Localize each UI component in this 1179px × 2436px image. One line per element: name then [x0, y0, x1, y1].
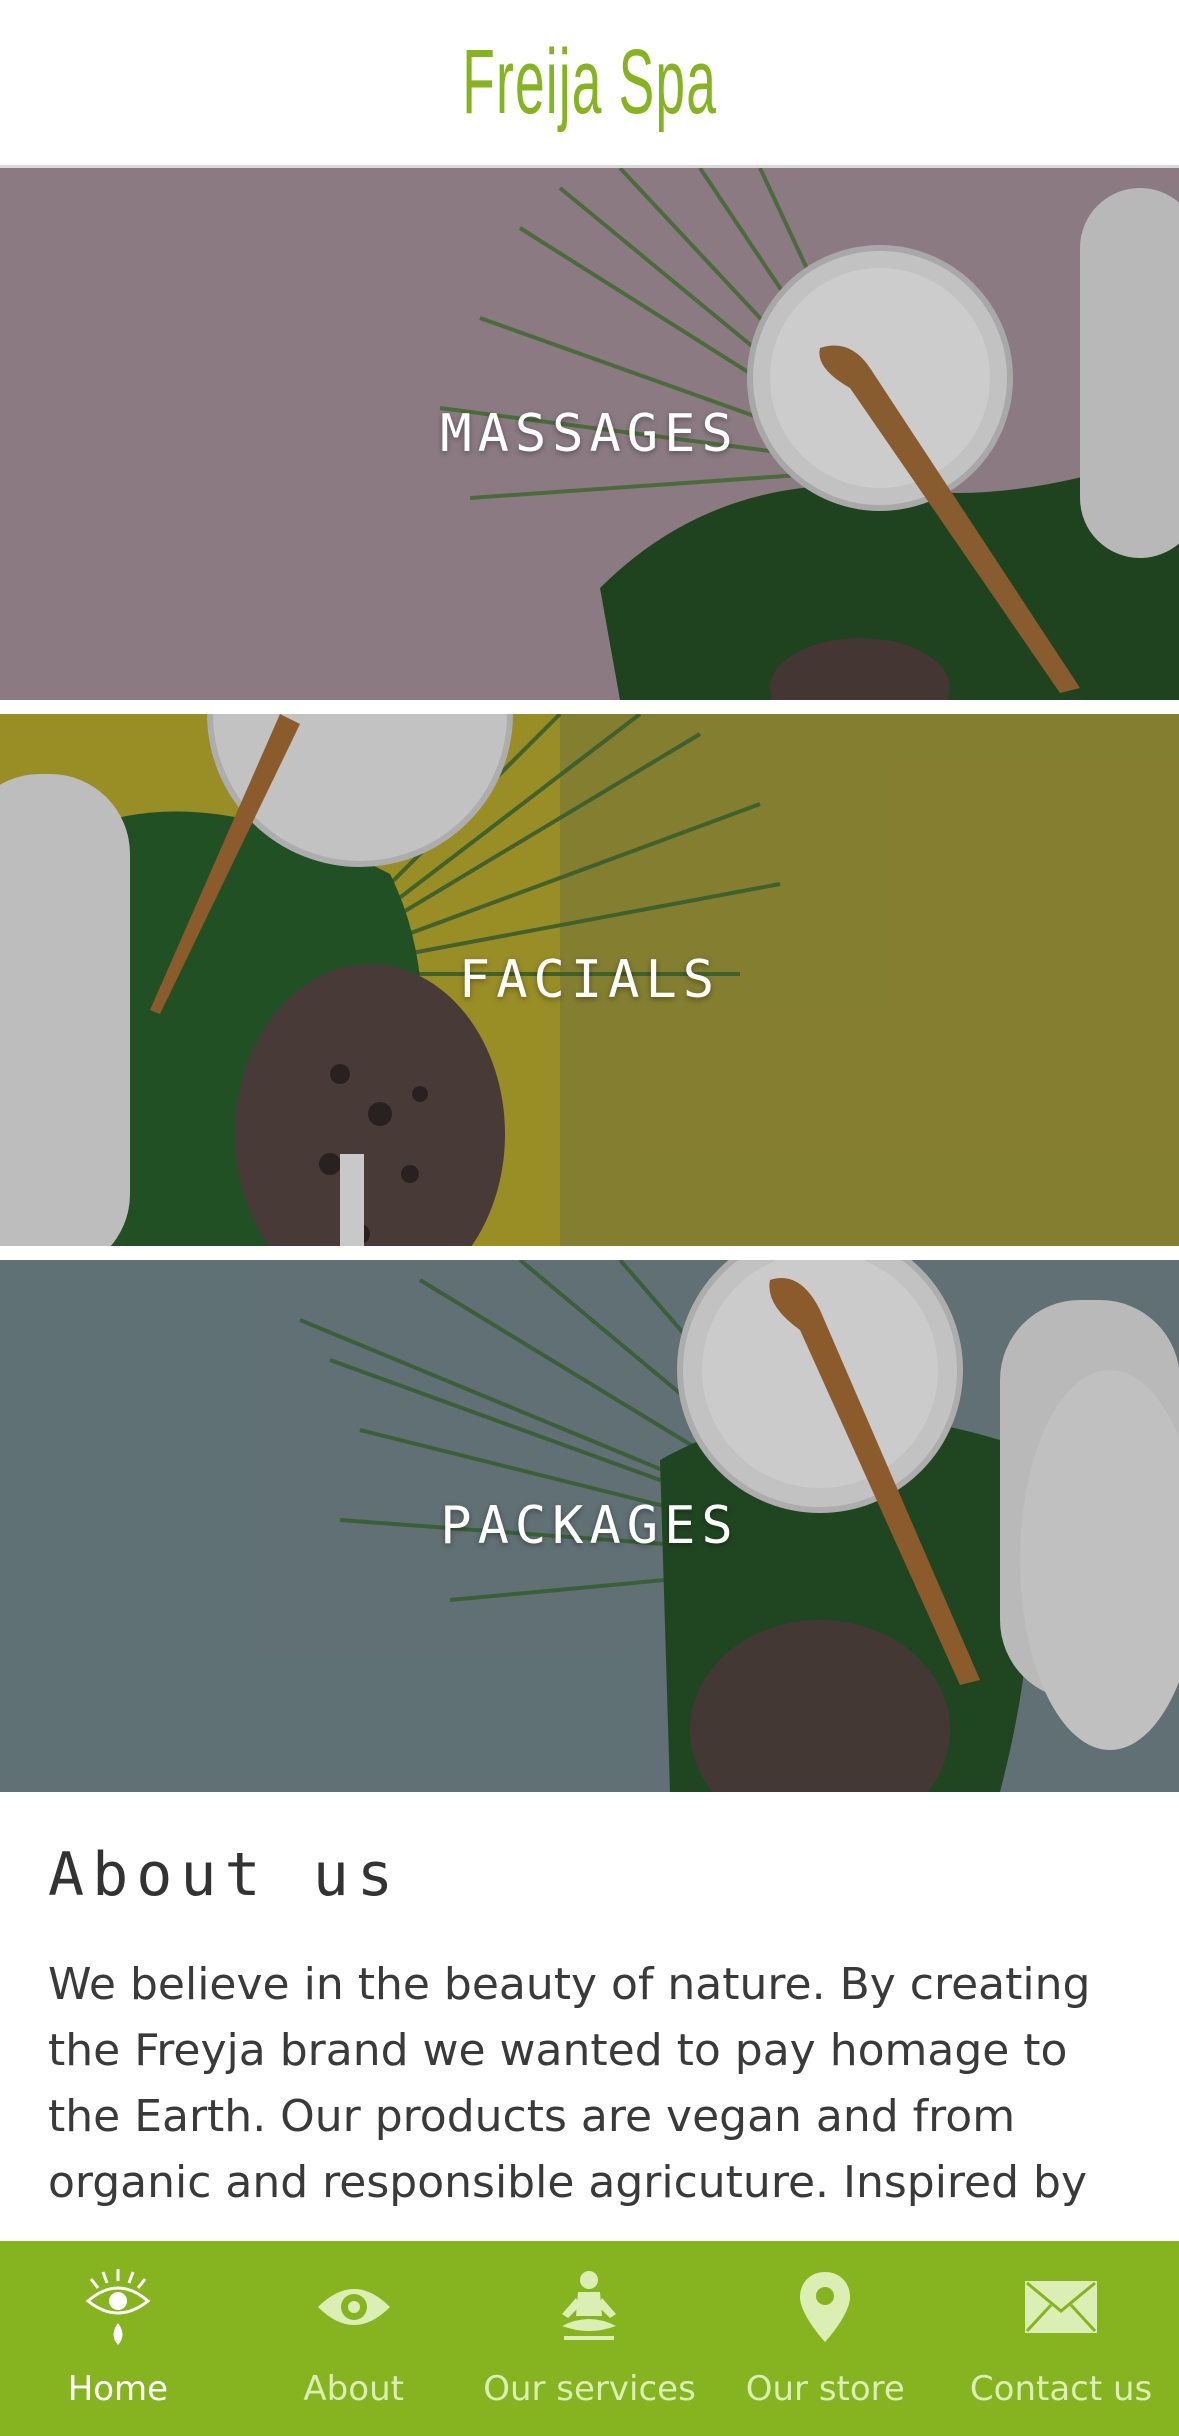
- envelope-icon: [1023, 2265, 1099, 2349]
- tab-about[interactable]: About: [236, 2241, 472, 2436]
- tab-contact-us[interactable]: Contact us: [943, 2241, 1179, 2436]
- tab-our-services[interactable]: Our services: [472, 2241, 708, 2436]
- banner-title-facials: FACIALS: [458, 950, 721, 1010]
- banner-title-massages: MASSAGES: [440, 404, 739, 464]
- eye-tear-icon: [83, 2265, 153, 2349]
- bottom-tab-bar: Home About Our services Our store Contac…: [0, 2241, 1179, 2436]
- banner-title-packages: PACKAGES: [440, 1496, 739, 1556]
- banner-facials[interactable]: FACIALS: [0, 714, 1179, 1246]
- tab-our-store[interactable]: Our store: [707, 2241, 943, 2436]
- about-heading: About us: [48, 1840, 401, 1910]
- meditation-icon: [556, 2265, 622, 2349]
- location-pin-icon: [798, 2265, 852, 2349]
- tab-label: About: [303, 2369, 404, 2409]
- tab-label: Our store: [745, 2369, 905, 2409]
- app-header: Freija Spa: [0, 0, 1179, 168]
- tab-label: Our services: [483, 2369, 696, 2409]
- brand-logo[interactable]: Freija Spa: [462, 30, 717, 135]
- banner-packages[interactable]: PACKAGES: [0, 1260, 1179, 1792]
- eye-icon: [316, 2265, 392, 2349]
- tab-home[interactable]: Home: [0, 2241, 236, 2436]
- about-body: We believe in the beauty of nature. By c…: [48, 1959, 1091, 2208]
- about-section: About us We believe in the beauty of nat…: [48, 1840, 1138, 2216]
- tab-label: Contact us: [969, 2369, 1153, 2409]
- banner-massages[interactable]: MASSAGES: [0, 168, 1179, 700]
- tab-label: Home: [67, 2369, 169, 2409]
